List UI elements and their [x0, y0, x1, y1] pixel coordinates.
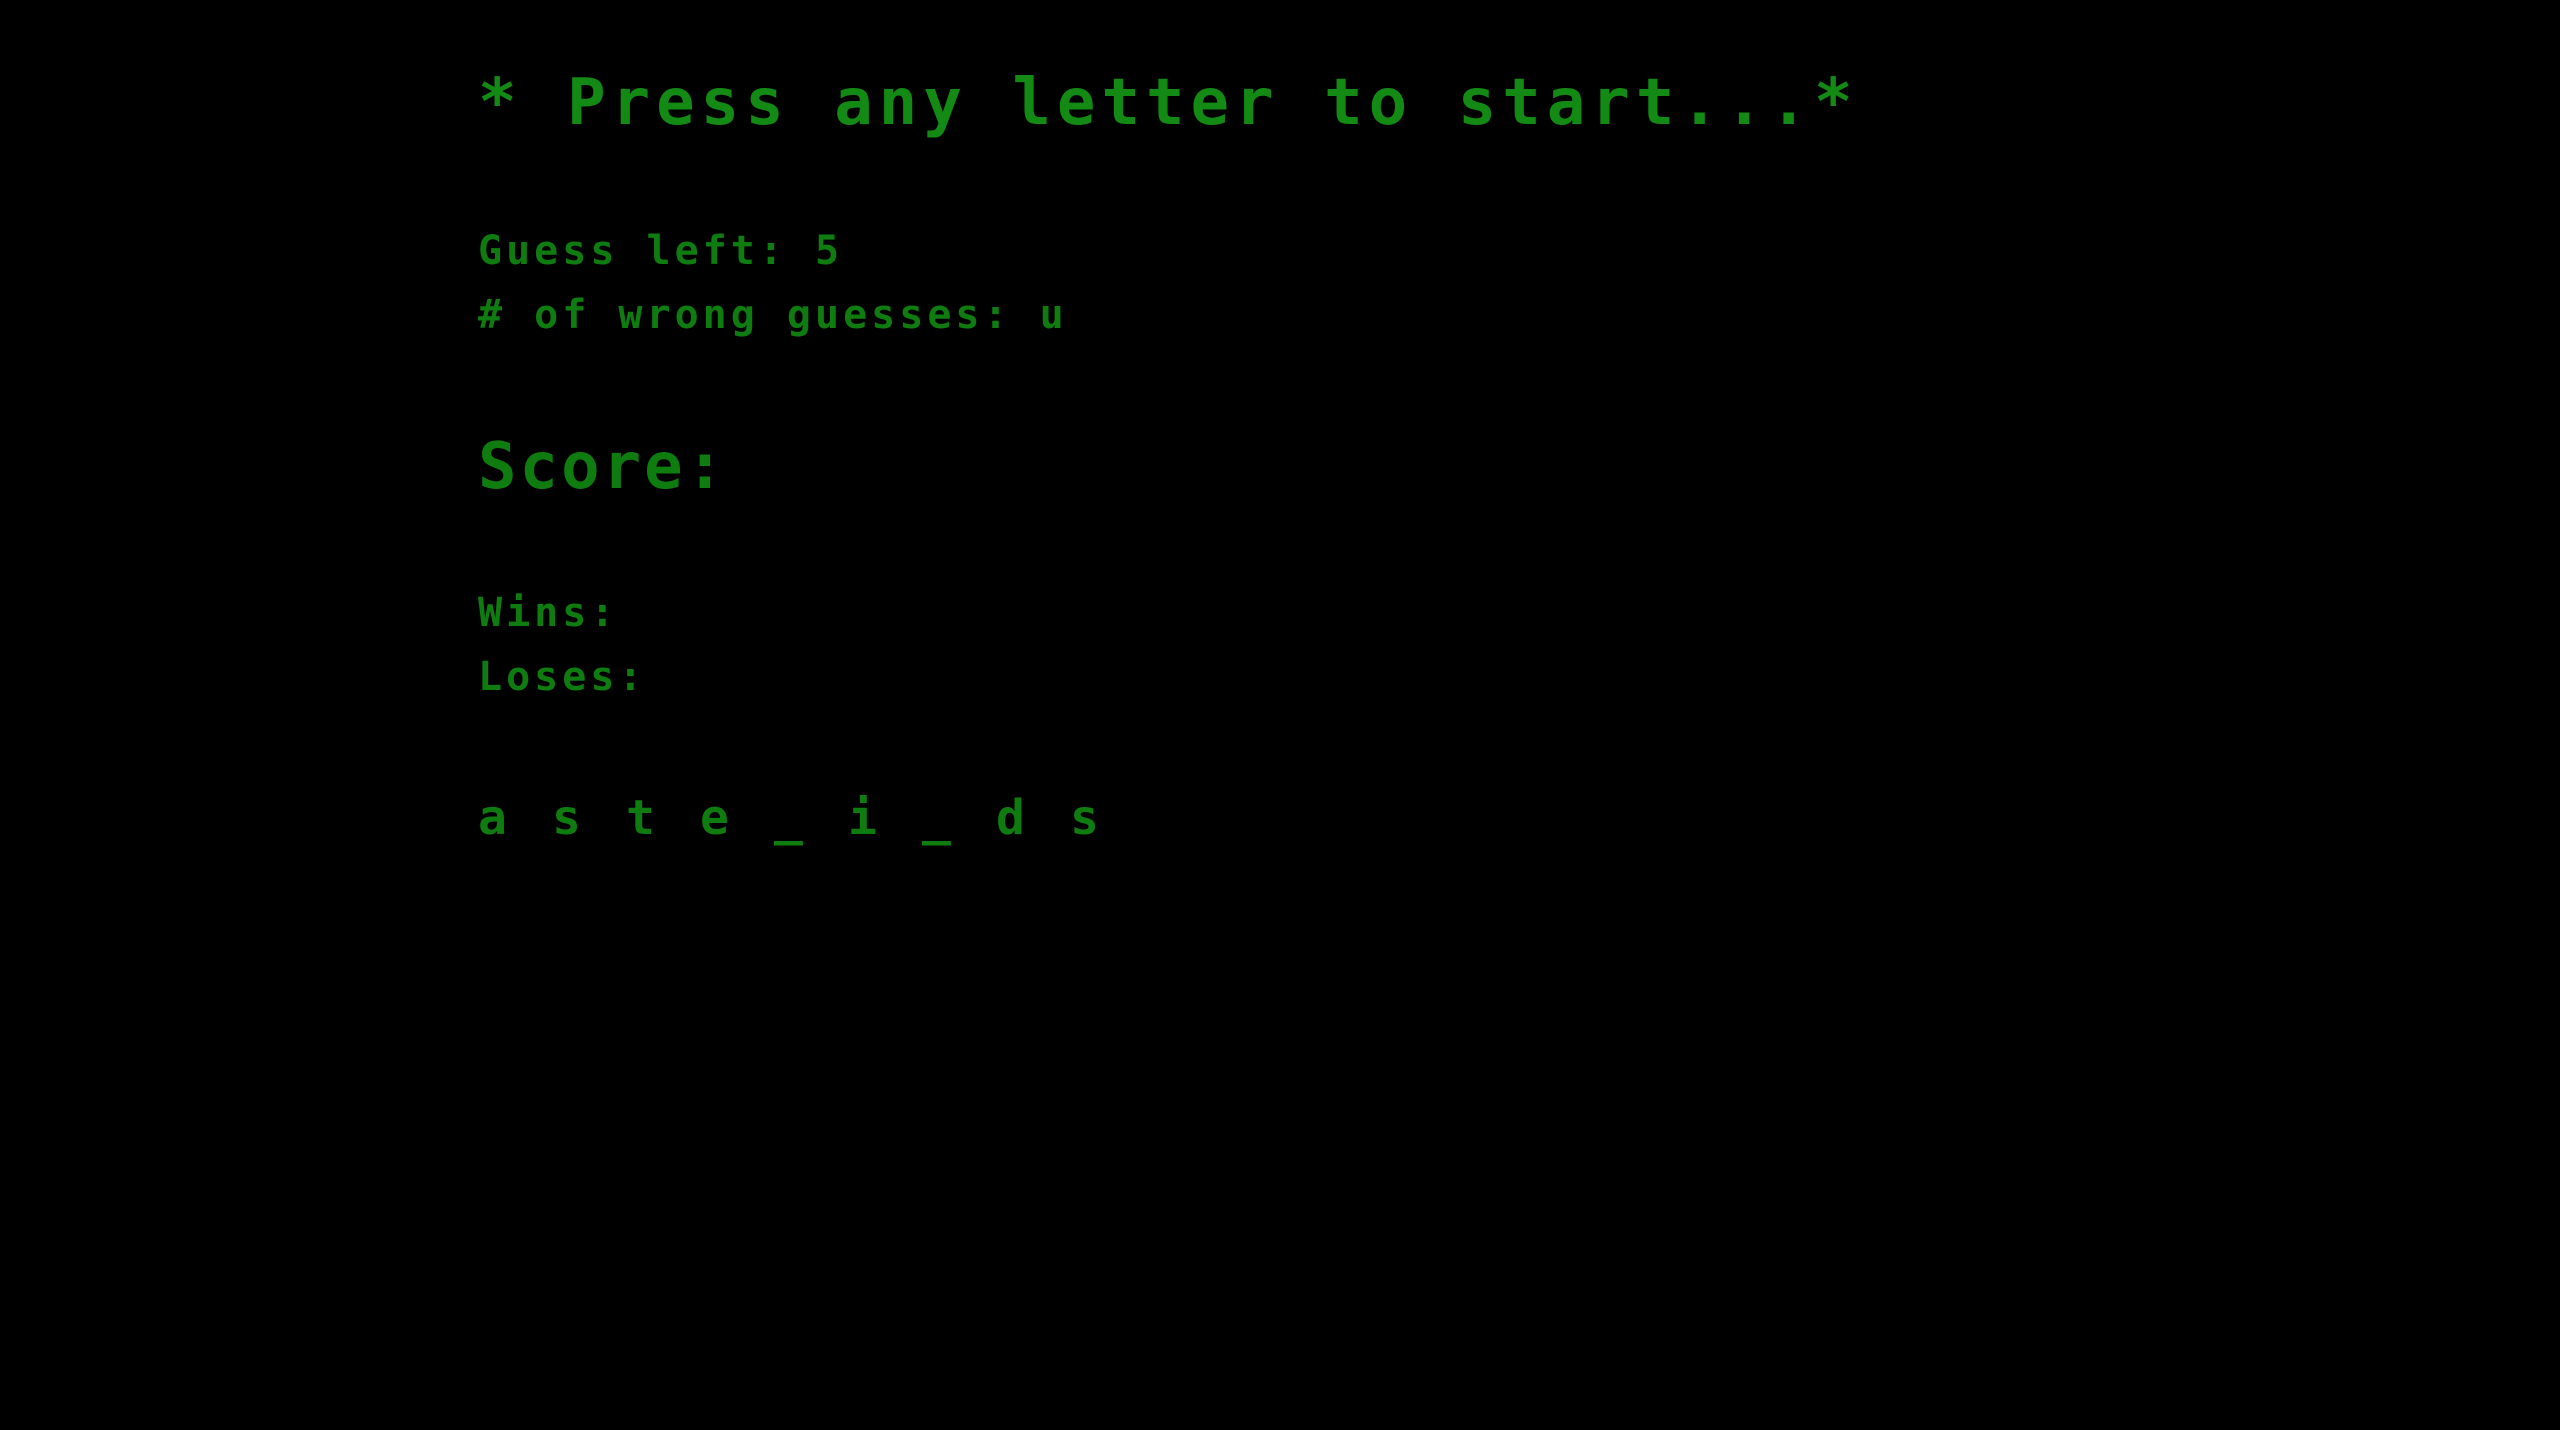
word-letter-blank: _ — [774, 790, 803, 846]
word-letter: t — [626, 790, 655, 846]
wins-row: Wins: — [478, 590, 618, 636]
word-letter: d — [996, 790, 1025, 846]
loses-row: Loses: — [478, 654, 647, 700]
wrong-guesses-row: # of wrong guesses: u — [478, 292, 1068, 338]
word-letter: e — [700, 790, 729, 846]
word-letter: s — [1070, 790, 1099, 846]
wrong-guesses-label: # of wrong guesses: — [478, 292, 1040, 338]
guesses-left-row: Guess left: 5 — [478, 228, 843, 274]
word-letter: a — [478, 790, 507, 846]
word-letter: i — [848, 790, 877, 846]
hidden-word: a s t e _ i _ d s — [478, 790, 1144, 846]
loses-label: Loses: — [478, 654, 647, 700]
score-title: Score: — [478, 430, 728, 504]
wrong-guesses-value: u — [1039, 292, 1068, 338]
start-prompt: * Press any letter to start...* — [478, 66, 1859, 140]
word-letter-blank: _ — [922, 790, 951, 846]
guesses-left-label: Guess left: — [478, 228, 815, 274]
wins-label: Wins: — [478, 590, 619, 636]
guesses-left-value: 5 — [814, 228, 844, 274]
word-letter: s — [552, 790, 581, 846]
